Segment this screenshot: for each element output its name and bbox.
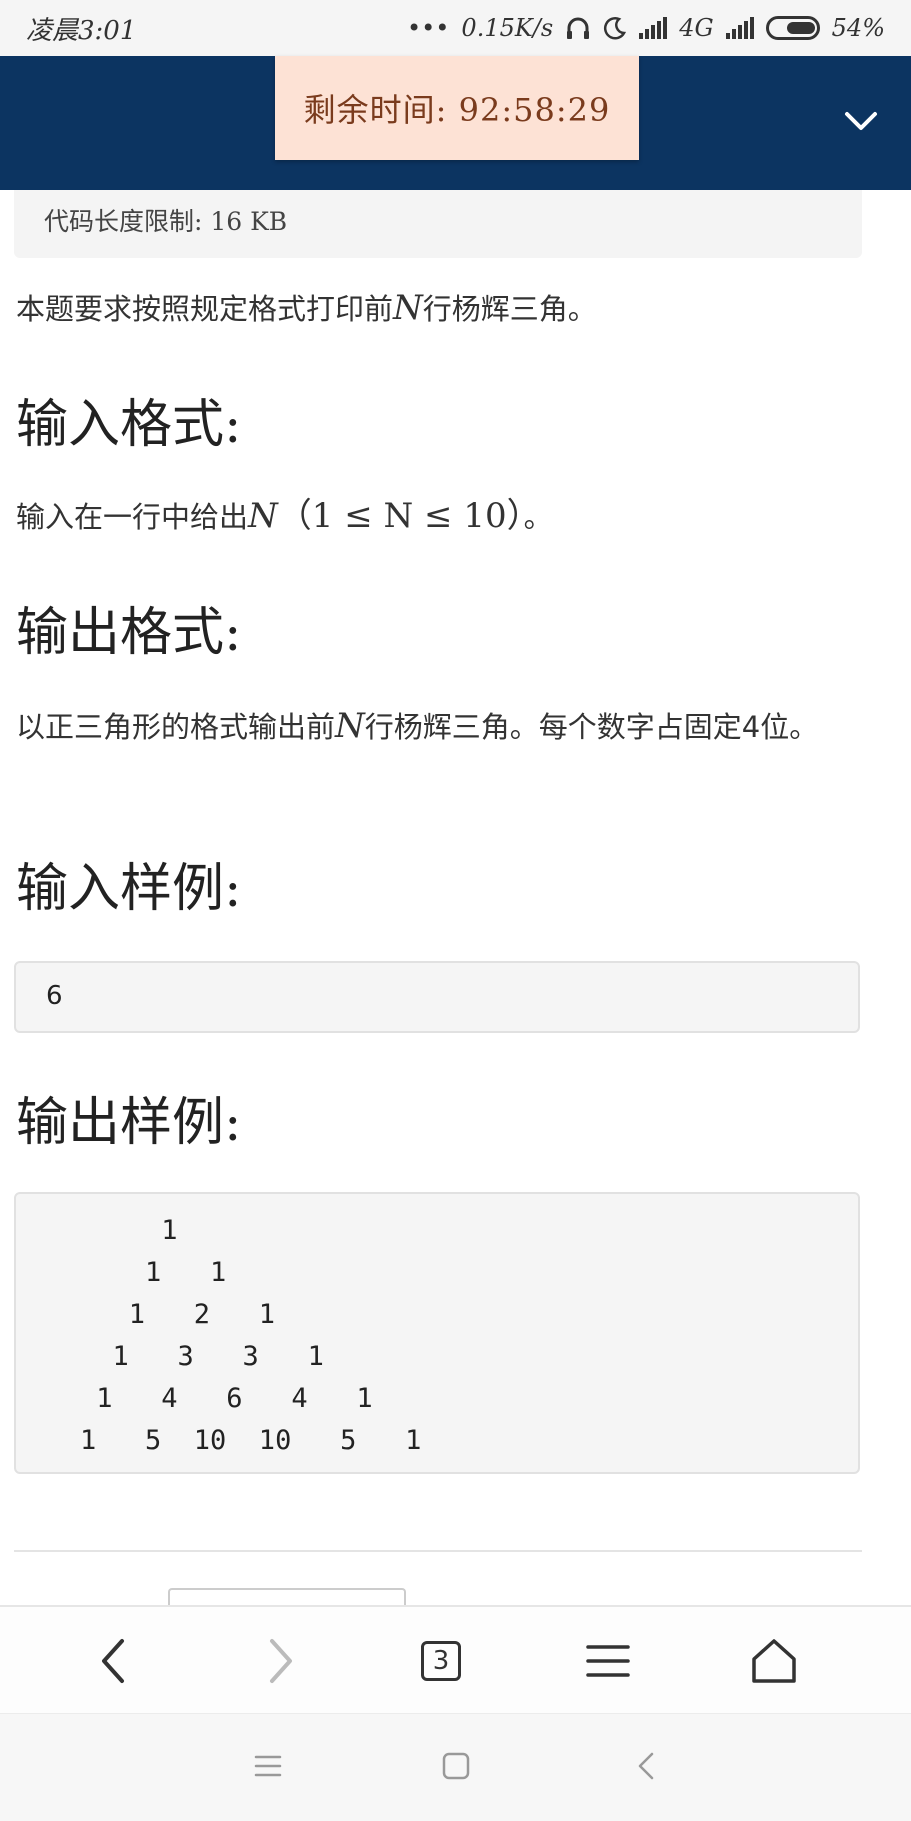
- sample-output-box[interactable]: 1 1 1 1 2 1 1 3 3 1 1 4 6 4 1 1 5 10 10 …: [14, 1192, 860, 1474]
- battery-icon: [765, 16, 820, 40]
- output-format-heading: 输出格式:: [16, 603, 242, 663]
- output-format-text: 以正三角形的格式输出前N行杨辉三角。每个数字占固定4位。: [16, 706, 819, 746]
- sample-output-value: 1 1 1 1 2 1 1 3 3 1 1 4 6 4 1 1 5 10 10 …: [80, 1215, 422, 1456]
- sample-input-heading: 输入样例:: [16, 859, 242, 919]
- signal-icon-2: [725, 17, 754, 39]
- code-length-limit: 代码长度限制: 16 KB: [44, 207, 288, 236]
- battery-percent: 54%: [831, 14, 885, 42]
- system-nav-bar: [0, 1713, 911, 1821]
- sample-input-box[interactable]: 6: [14, 961, 860, 1033]
- limits-panel: 代码长度限制: 16 KB: [14, 190, 862, 258]
- back-icon[interactable]: [84, 1631, 144, 1691]
- sample-input-value: 6: [46, 981, 63, 1011]
- browser-toolbar: 3: [0, 1605, 911, 1713]
- more-dots: •••: [406, 14, 450, 42]
- status-bar: 凌晨3:01 ••• 0.15K/s 4G 54%: [0, 0, 911, 56]
- status-time: 凌晨3:01: [26, 15, 137, 46]
- sample-output-heading: 输出样例:: [16, 1093, 242, 1153]
- headphones-icon: [567, 17, 590, 39]
- system-back-icon[interactable]: [632, 1750, 664, 1782]
- remaining-time-banner: 剩余时间: 92:58:29: [275, 56, 639, 160]
- chevron-down-icon[interactable]: [841, 100, 881, 140]
- input-format-heading: 输入格式:: [16, 395, 242, 455]
- input-format-text: 输入在一行中给出N（1 ≤ N ≤ 10）。: [16, 496, 553, 536]
- problem-statement: 本题要求按照规定格式打印前N行杨辉三角。: [16, 288, 597, 328]
- section-divider: [14, 1550, 862, 1552]
- home-icon[interactable]: [744, 1631, 804, 1691]
- tabs-count-button[interactable]: 3: [421, 1641, 461, 1681]
- network-speed: 0.15K/s: [461, 14, 554, 42]
- signal-icon: [639, 17, 668, 39]
- forward-icon[interactable]: [250, 1631, 310, 1691]
- system-home-icon[interactable]: [440, 1750, 472, 1782]
- recent-apps-icon[interactable]: [252, 1750, 284, 1782]
- network-type: 4G: [679, 14, 714, 42]
- moon-icon: [604, 17, 627, 40]
- menu-icon[interactable]: [578, 1631, 638, 1691]
- status-icons: ••• 0.15K/s 4G 54%: [407, 14, 885, 42]
